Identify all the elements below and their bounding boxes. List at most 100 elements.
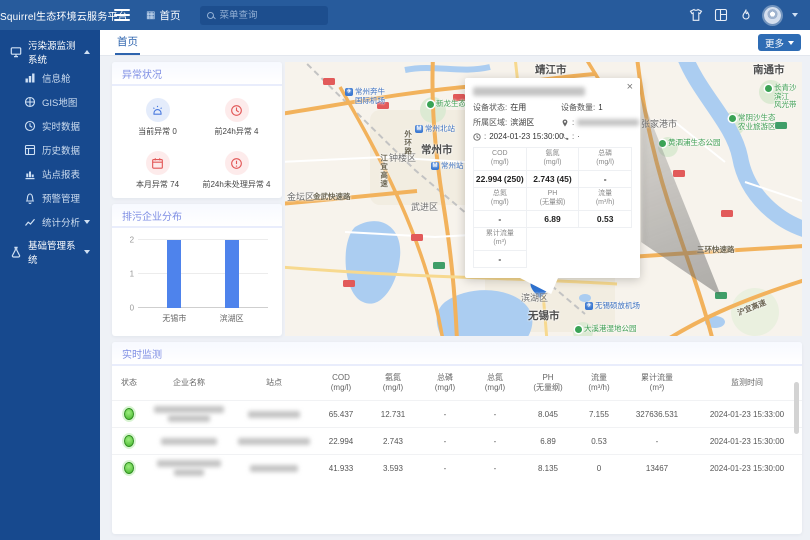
- column-header-line2: (mg/l): [435, 383, 455, 393]
- tab-bar: 首页 更多: [100, 30, 810, 56]
- map-label-常州站: M常州站: [431, 162, 464, 171]
- park-icon: [575, 326, 582, 333]
- menu-search[interactable]: [200, 6, 328, 25]
- map-label-南通市: 南通市: [753, 64, 785, 76]
- column-header-line1: 状态: [121, 378, 137, 388]
- abnormal-card[interactable]: 当前异常 0: [121, 94, 194, 141]
- column-header-line1: 总磷: [437, 373, 453, 383]
- map-label-金武快速路: 金武快速路: [313, 193, 351, 202]
- nav-home-button[interactable]: ▦ 首页: [146, 8, 180, 23]
- empty-cell: [579, 251, 632, 268]
- table-row[interactable]: 41.9333.593--8.1350134672024-01-23 15:30…: [112, 454, 802, 481]
- flame-icon[interactable]: [739, 8, 753, 22]
- metric-header: 氨氮(mg/l): [527, 148, 580, 171]
- column-header-line2: (无量纲): [533, 383, 562, 393]
- sidebar-item-预警管理[interactable]: 预警管理: [0, 186, 100, 210]
- gis-map[interactable]: 靖江市南通市常州市无锡市钟楼区武进区金坛区滨湖区张家港市三甲镇M常州北站M常州站…: [285, 62, 802, 336]
- tab-home[interactable]: 首页: [115, 30, 140, 55]
- metric-value: 6.89: [527, 211, 580, 228]
- sidebar-item-历史数据[interactable]: 历史数据: [0, 138, 100, 162]
- user-avatar[interactable]: [764, 7, 781, 24]
- y-axis-tick: 1: [130, 270, 134, 279]
- theme-icon[interactable]: [689, 8, 703, 22]
- device-metrics-table: COD(mg/l)氨氮(mg/l)总磷(mg/l)22.994(250)2.74…: [473, 147, 632, 268]
- bell-icon: [24, 192, 36, 204]
- sidebar-item-GIS地图[interactable]: GIS地图: [0, 90, 100, 114]
- airport-icon: ✈: [345, 88, 353, 96]
- panel-title: 异常状况: [112, 62, 282, 86]
- menu-toggle-icon[interactable]: [114, 9, 130, 21]
- close-icon[interactable]: ×: [627, 81, 633, 93]
- sidebar-item-label: 实时数据: [42, 119, 80, 133]
- redacted-text: [238, 438, 310, 445]
- region-label: 所属区域:: [473, 117, 507, 128]
- table-row[interactable]: 22.9942.743--6.890.53-2024-01-23 15:30:0…: [112, 427, 802, 454]
- column-header-line2: (m³): [650, 383, 665, 393]
- metric-value: 22.994(250): [474, 171, 527, 188]
- panel-title: 实时监测: [112, 342, 802, 366]
- metric-name: PH: [548, 190, 558, 199]
- sidebar-item-统计分析[interactable]: 统计分析: [0, 210, 100, 234]
- sidebar-item-label: 预警管理: [42, 191, 80, 205]
- sidebar-item-label: 统计分析: [42, 215, 80, 229]
- sidebar-group-pollution-monitoring[interactable]: 污染源监测系统: [0, 38, 100, 66]
- value-cell: 41.933: [316, 464, 366, 473]
- empty-cell: [527, 251, 580, 268]
- metric-header: PH(无量纲): [527, 188, 580, 211]
- x-axis-label: 滨湖区: [220, 313, 244, 324]
- abnormal-card-label: 本月异常 74: [136, 179, 179, 190]
- station-name-redacted: [232, 465, 316, 472]
- nav-home-label: 首页: [159, 8, 180, 23]
- sidebar-item-站点报表[interactable]: 站点报表: [0, 162, 100, 186]
- more-button[interactable]: 更多: [758, 34, 801, 51]
- chevron-down-icon: [84, 220, 90, 224]
- sidebar-group-label: 污染源监测系统: [28, 38, 84, 66]
- column-header-line2: (mg/l): [383, 383, 403, 393]
- sidebar-item-label: GIS地图: [42, 95, 77, 109]
- sidebar-item-实时数据[interactable]: 实时数据: [0, 114, 100, 138]
- column-header-line1: 氨氮: [385, 373, 401, 383]
- value-cell: -: [470, 410, 520, 419]
- redacted-text: [174, 469, 204, 476]
- topbar: Squirrel生态环境云服务平台 ▦ 首页: [0, 0, 810, 30]
- value-cell: -: [470, 464, 520, 473]
- map-label-金坛区: 金坛区: [287, 192, 314, 202]
- location-icon: [561, 119, 569, 127]
- metric-unit: (mg/l): [491, 159, 509, 168]
- grid-icon: ▦: [146, 10, 155, 21]
- metric-name: 累计流量: [486, 230, 514, 239]
- value-cell: 3.593: [366, 464, 420, 473]
- metric-unit: (mg/l): [596, 159, 614, 168]
- table-row[interactable]: 65.43712.731--8.0457.155327636.5312024-0…: [112, 400, 802, 427]
- status-online-dot: [124, 435, 134, 447]
- metric-name: 氨氮: [545, 150, 559, 159]
- abnormal-card[interactable]: 前24h异常 4: [200, 94, 273, 141]
- sidebar-item-信息舱[interactable]: 信息舱: [0, 66, 100, 90]
- table-scrollbar[interactable]: [794, 382, 799, 434]
- report-icon: [24, 168, 36, 180]
- metric-header: 总磷(mg/l): [579, 148, 632, 171]
- sidebar-group-base-management[interactable]: 基础管理系统: [0, 238, 100, 266]
- user-menu-chevron-icon[interactable]: [792, 13, 798, 17]
- search-input[interactable]: [219, 10, 321, 21]
- column-header-line1: 累计流量: [641, 373, 673, 383]
- value-cell: 65.437: [316, 410, 366, 419]
- column-header-line2: (mg/l): [331, 383, 351, 393]
- metric-value-number: -: [498, 254, 501, 264]
- enterprise-name-redacted: [146, 460, 232, 476]
- redacted-text: [250, 465, 298, 472]
- siren-icon: [146, 98, 170, 122]
- value-cell: -: [420, 437, 470, 446]
- abnormal-card[interactable]: 本月异常 74: [121, 147, 194, 194]
- metric-unit: (mg/l): [491, 199, 509, 208]
- layout-icon[interactable]: [714, 8, 728, 22]
- station-name-redacted: [232, 411, 316, 418]
- map-label-江宜高速: 江宜高速: [379, 154, 388, 188]
- value-cell: 8.135: [520, 464, 576, 473]
- phone-icon: [561, 133, 569, 141]
- abnormal-card[interactable]: 前24h未处理异常 4: [200, 147, 273, 194]
- value-cell: -: [470, 437, 520, 446]
- column-header-line1: 总氮: [487, 373, 503, 383]
- metric-name: 流量: [598, 190, 612, 199]
- dashboard-icon: [24, 72, 36, 84]
